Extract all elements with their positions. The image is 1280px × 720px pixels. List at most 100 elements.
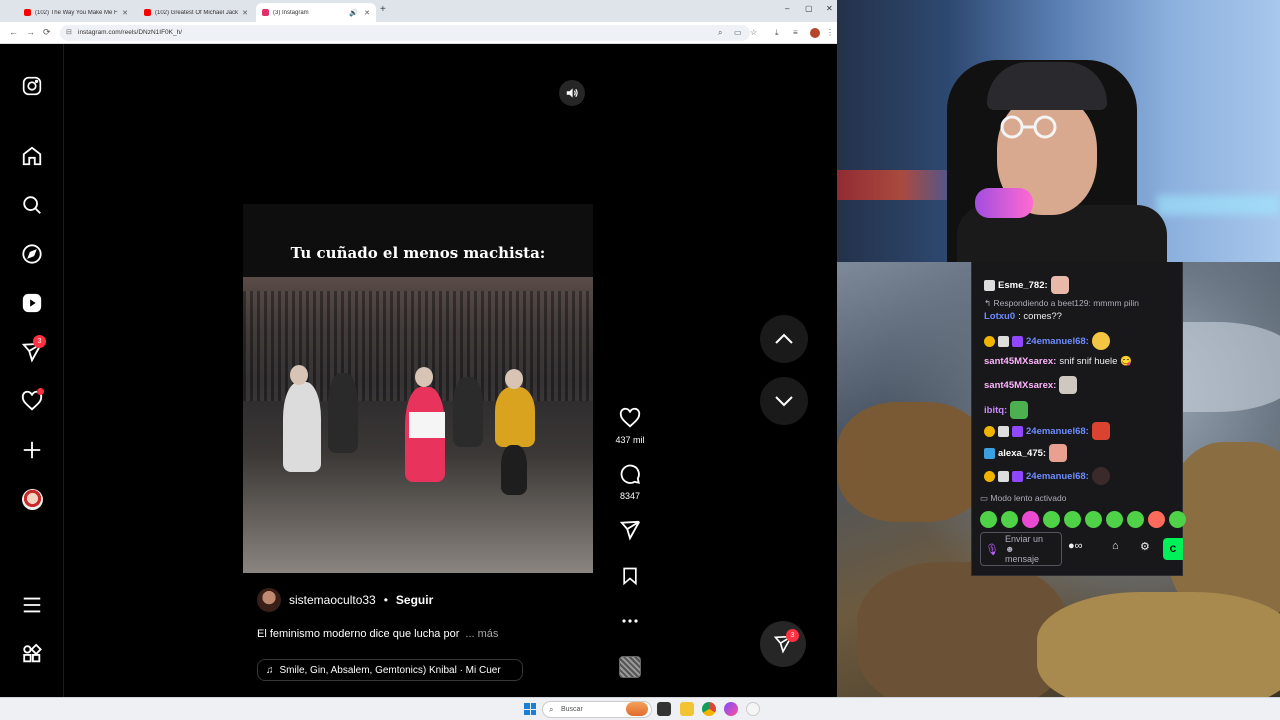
emote-icon[interactable] [1106, 511, 1123, 528]
task-view-icon[interactable] [657, 702, 671, 716]
person-dark-coat [328, 373, 358, 453]
previous-reel-button[interactable] [760, 315, 808, 363]
audio-thumbnail[interactable] [619, 656, 641, 678]
tab-strip: (102) The Way You Make Me Fe ✕ (102) Gre… [0, 0, 837, 22]
share-button[interactable] [618, 518, 642, 542]
chat-send-button[interactable]: C [1163, 538, 1183, 560]
new-tab-button[interactable]: + [380, 4, 386, 15]
chat-username[interactable]: ibitq: [984, 405, 1007, 416]
emote-icon[interactable] [1169, 511, 1186, 528]
more-options-button[interactable] [618, 609, 642, 633]
close-tab-icon[interactable]: ✕ [122, 9, 128, 17]
bits-icon[interactable]: ●∞ [1068, 540, 1083, 552]
instagram-logo-icon[interactable] [20, 74, 44, 98]
reel-title-band [243, 204, 593, 277]
tab-instagram[interactable]: (3) Instagram 🔊 ✕ [256, 3, 376, 22]
volume-button[interactable] [559, 80, 585, 106]
next-reel-button[interactable] [760, 377, 808, 425]
emote-icon[interactable] [980, 511, 997, 528]
floating-messages-button[interactable]: 3 [760, 621, 806, 667]
close-tab-icon[interactable]: ✕ [242, 9, 248, 17]
person-head [290, 365, 308, 385]
like-button[interactable] [618, 406, 642, 430]
chrome-icon[interactable] [702, 702, 716, 716]
back-icon[interactable]: ← [9, 27, 18, 37]
chat-username[interactable]: alexa_475: [998, 448, 1046, 459]
like-count: 437 mil [615, 435, 645, 445]
chat-username[interactable]: 24emanuel68: [1026, 426, 1089, 437]
emote-icon[interactable] [1127, 511, 1144, 528]
chat-username[interactable]: Lotxu0 [984, 311, 1015, 322]
app-icon[interactable] [724, 702, 738, 716]
save-button[interactable] [618, 564, 642, 588]
rock [1037, 592, 1280, 697]
emote-icon[interactable] [1001, 511, 1018, 528]
slow-mode-text: Modo lento activado [990, 493, 1067, 503]
cast-icon[interactable]: ▭ [734, 28, 742, 37]
browser-menu-icon[interactable]: ⋮ [826, 28, 834, 37]
reel-card[interactable]: Tu cuñado el menos machista: sistemaocul… [243, 72, 593, 697]
reload-icon[interactable]: ⟳ [43, 27, 51, 38]
url-bar[interactable]: ⊟ instagram.com/reels/DNzN1IF0K_h/ [60, 25, 750, 41]
separator-dot: • [383, 593, 388, 607]
microphone-icon[interactable]: 🎙 [985, 543, 999, 556]
chat-username[interactable]: Esme_782: [998, 280, 1048, 291]
explore-icon[interactable] [20, 242, 44, 266]
author-avatar[interactable] [257, 588, 281, 612]
create-icon[interactable] [20, 438, 44, 462]
maximize-button[interactable]: ▢ [805, 4, 813, 13]
store-icon[interactable]: ⌂ [1112, 540, 1119, 552]
windows-start-icon[interactable] [524, 703, 536, 715]
file-explorer-icon[interactable] [680, 702, 694, 716]
follow-button[interactable]: Seguir [396, 593, 433, 607]
comment-count: 8347 [619, 491, 641, 501]
instagram-favicon-icon [262, 9, 269, 16]
profile-avatar[interactable] [20, 487, 44, 511]
close-window-button[interactable]: ✕ [826, 4, 833, 13]
url-text: instagram.com/reels/DNzN1IF0K_h/ [78, 29, 183, 36]
reel-audio-button[interactable]: ♫ Smile, Gin, Absalem, Gemtonics) Knibal… [257, 659, 523, 681]
notifications-icon[interactable] [20, 388, 44, 413]
app-icon[interactable] [746, 702, 760, 716]
emote-icon[interactable] [1064, 511, 1081, 528]
stream-chat: Esme_782: ↰ Respondiendo a beet129: mmmm… [971, 262, 1186, 576]
speaker-icon [566, 88, 578, 98]
more-menu-icon[interactable] [20, 593, 44, 617]
heart-icon [619, 407, 641, 428]
forward-icon[interactable]: → [26, 27, 35, 37]
chat-badge-icon [1012, 425, 1023, 437]
chat-username[interactable]: sant45MXsarex: [984, 356, 1056, 367]
widget-icon[interactable] [626, 702, 648, 716]
author-username[interactable]: sistemaoculto33 [289, 593, 376, 607]
comment-button[interactable] [618, 462, 642, 486]
download-icon[interactable]: ⤓ [775, 28, 779, 38]
home-icon[interactable] [20, 144, 44, 168]
minimize-button[interactable]: – [785, 4, 789, 13]
reel-video[interactable] [243, 277, 593, 573]
chat-username[interactable]: 24emanuel68: [1026, 471, 1089, 482]
chat-input[interactable]: 🎙 Enviar un ☻ mensaje [980, 532, 1062, 566]
emote-icon[interactable] [1148, 511, 1165, 528]
chat-username[interactable]: sant45MXsarex: [984, 380, 1056, 391]
chat-username[interactable]: 24emanuel68: [1026, 336, 1089, 347]
emote-icon[interactable] [1022, 511, 1039, 528]
messages-icon[interactable]: 3 [20, 335, 46, 364]
settings-gear-icon[interactable]: ⚙ [1140, 540, 1150, 553]
tab-youtube-1[interactable]: (102) The Way You Make Me Fe ✕ [18, 3, 134, 22]
bookmark-star-icon[interactable]: ☆ [750, 28, 757, 37]
site-info-icon[interactable]: ⊟ [66, 25, 72, 41]
emote-icon[interactable] [1043, 511, 1060, 528]
reel-description[interactable]: El feminismo moderno dice que lucha por.… [257, 628, 498, 640]
profile-avatar[interactable] [810, 28, 820, 38]
close-tab-icon[interactable]: ✕ [364, 9, 370, 17]
reels-icon[interactable] [20, 291, 44, 315]
also-from-meta-icon[interactable] [20, 642, 44, 666]
more-link[interactable]: ... más [465, 628, 498, 640]
zoom-icon[interactable]: ⌕ [718, 28, 722, 38]
chat-badge-icon [1012, 335, 1023, 347]
search-icon[interactable] [20, 193, 44, 217]
tab-audio-icon[interactable]: 🔊 [349, 9, 358, 17]
extensions-icon[interactable]: ≡ [793, 28, 798, 37]
emote-icon[interactable] [1085, 511, 1102, 528]
tab-youtube-2[interactable]: (102) Greatest Of Michael Jackso ✕ [138, 3, 254, 22]
